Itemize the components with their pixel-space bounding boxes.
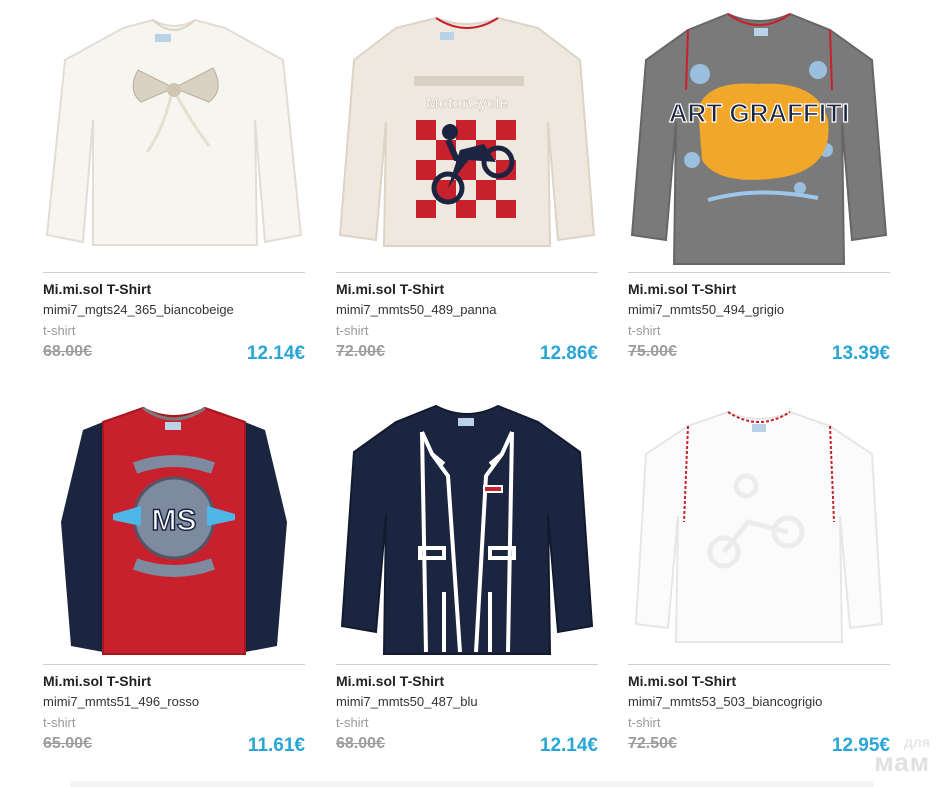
product-card[interactable]: MS Mi.mi.sol T-Shirt mimi7_mmts51_496_ro… — [43, 402, 305, 757]
product-category: t-shirt — [43, 715, 76, 730]
product-card[interactable]: Mi.mi.sol T-Shirt mimi7_mgts24_365_bianc… — [43, 10, 305, 365]
sale-price: 12.86€ — [539, 343, 598, 364]
motorcycle-tshirt-icon[interactable]: MotorCycle — [336, 10, 598, 272]
product-category: t-shirt — [336, 715, 369, 730]
watermark: для мам — [874, 735, 930, 775]
product-brand[interactable]: Mi.mi.sol T-Shirt — [43, 672, 305, 690]
price-row: 65.00€ 11.61€ — [43, 733, 305, 757]
footer-strip — [70, 781, 874, 787]
price-row: 68.00€ 12.14€ — [43, 341, 305, 365]
old-price: 75.00€ — [628, 343, 677, 360]
product-brand[interactable]: Mi.mi.sol T-Shirt — [628, 672, 890, 690]
sale-price: 12.14€ — [539, 735, 598, 756]
product-sku: mimi7_mmts50_487_blu — [336, 694, 478, 709]
graffiti-tshirt-icon[interactable]: ART GRAFFITI — [628, 10, 890, 272]
print-text: MS — [152, 504, 197, 537]
product-sku: mimi7_mmts51_496_rosso — [43, 694, 200, 709]
divider — [43, 272, 305, 273]
product-brand[interactable]: Mi.mi.sol T-Shirt — [43, 280, 305, 298]
print-text: MotorCycle — [426, 95, 508, 112]
price-row: 75.00€ 13.39€ — [628, 341, 890, 365]
product-sku: mimi7_mmts50_494_grigio — [628, 302, 785, 317]
price-row: 72.00€ 12.86€ — [336, 341, 598, 365]
jacket-print-tshirt-icon[interactable] — [336, 402, 598, 664]
product-category: t-shirt — [628, 715, 661, 730]
product-card[interactable]: Mi.mi.sol T-Shirt mimi7_mmts50_487_blu t… — [336, 402, 598, 757]
price-row: 68.00€ 12.14€ — [336, 733, 598, 757]
white-bow-tshirt-icon[interactable] — [43, 10, 305, 272]
old-price: 68.00€ — [43, 343, 92, 360]
product-brand[interactable]: Mi.mi.sol T-Shirt — [336, 280, 598, 298]
product-card[interactable]: ART GRAFFITI Mi.mi.sol T-Shirt mimi7_mmt… — [628, 10, 890, 365]
product-category: t-shirt — [336, 323, 369, 338]
old-price: 65.00€ — [43, 735, 92, 752]
old-price: 68.00€ — [336, 735, 385, 752]
product-brand[interactable]: Mi.mi.sol T-Shirt — [336, 672, 598, 690]
sale-price: 12.14€ — [246, 343, 305, 364]
print-text: ART GRAFFITI — [669, 98, 850, 128]
product-brand[interactable]: Mi.mi.sol T-Shirt — [628, 280, 890, 298]
product-sku: mimi7_mmts53_503_biancogrigio — [628, 694, 823, 709]
divider — [628, 664, 890, 665]
sale-price: 13.39€ — [831, 343, 890, 364]
watermark-line2: мам — [874, 747, 930, 777]
divider — [43, 664, 305, 665]
divider — [336, 272, 598, 273]
product-grid: Mi.mi.sol T-Shirt mimi7_mgts24_365_bianc… — [0, 0, 944, 787]
old-price: 72.00€ — [336, 343, 385, 360]
product-category: t-shirt — [43, 323, 76, 338]
product-card[interactable]: MotorCycle Mi.mi.sol T-Shirt mimi7_mmts5… — [336, 10, 598, 365]
price-row: 72.50€ 12.95€ — [628, 733, 890, 757]
white-grey-tshirt-icon[interactable] — [628, 402, 890, 664]
product-card[interactable]: Mi.mi.sol T-Shirt mimi7_mmts53_503_bianc… — [628, 402, 890, 757]
ms-logo-tshirt-icon[interactable]: MS — [43, 402, 305, 664]
product-category: t-shirt — [628, 323, 661, 338]
sale-price: 11.61€ — [247, 735, 305, 756]
product-sku: mimi7_mgts24_365_biancobeige — [43, 302, 234, 317]
divider — [628, 272, 890, 273]
divider — [336, 664, 598, 665]
product-sku: mimi7_mmts50_489_panna — [336, 302, 497, 317]
old-price: 72.50€ — [628, 735, 677, 752]
